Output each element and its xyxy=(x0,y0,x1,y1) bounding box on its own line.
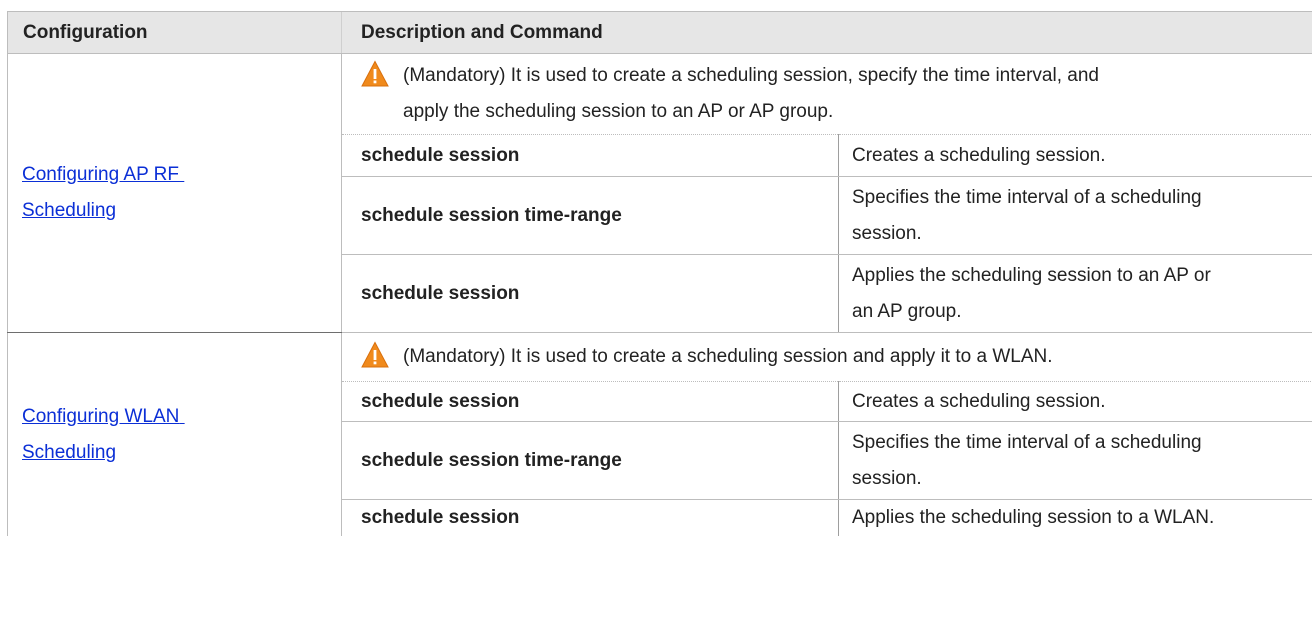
description-cell: Creates a scheduling session. xyxy=(838,381,1312,422)
mandatory-note-cell: (Mandatory) It is used to create a sched… xyxy=(341,53,1312,135)
section-note-row: Configuring AP RF Scheduling (Mandatory)… xyxy=(7,53,1312,333)
mandatory-note-text: (Mandatory) It is used to create a sched… xyxy=(403,346,1053,367)
description-cell: Applies the scheduling session to an AP … xyxy=(838,254,1312,333)
note-line: (Mandatory) It is used to create a sched… xyxy=(403,65,1099,86)
command-cell: schedule session time-range xyxy=(341,421,839,500)
description-cell: Applies the scheduling session to a WLAN… xyxy=(852,507,1215,528)
section-config-cell: Configuring AP RF Scheduling xyxy=(7,53,342,333)
description-cell: Specifies the time interval of a schedul… xyxy=(838,176,1312,255)
command-cell: schedule session xyxy=(341,381,839,422)
configuring-ap-rf-scheduling-link[interactable]: Configuring AP RF Scheduling xyxy=(22,164,184,221)
warning-triangle-icon xyxy=(361,341,389,368)
description-cell: Creates a scheduling session. xyxy=(838,134,1312,177)
section-note-row: Configuring WLAN Scheduling (Mandatory) … xyxy=(7,332,1312,536)
section-config-cell: Configuring WLAN Scheduling xyxy=(7,332,342,536)
command-cell: schedule session xyxy=(341,254,839,333)
mandatory-note: (Mandatory) It is used to create a sched… xyxy=(342,58,1312,130)
mandatory-note: (Mandatory) It is used to create a sched… xyxy=(342,339,1312,375)
configuration-table: Configuration Description and Command Co… xyxy=(7,11,1312,536)
warning-triangle-icon xyxy=(361,60,389,87)
command-cell: schedule session xyxy=(341,134,839,177)
header-description-and-command: Description and Command xyxy=(341,11,1312,54)
command-cell: schedule session time-range xyxy=(341,176,839,255)
header-configuration: Configuration xyxy=(7,11,342,54)
description-cell: Specifies the time interval of a schedul… xyxy=(838,421,1312,500)
table-header-row: Configuration Description and Command xyxy=(7,11,1312,54)
mandatory-note-cell: (Mandatory) It is used to create a sched… xyxy=(341,332,1312,382)
command-cell: schedule session xyxy=(341,499,839,536)
note-line: apply the scheduling session to an AP or… xyxy=(403,101,834,122)
mandatory-note-text: (Mandatory) It is used to create a sched… xyxy=(403,58,1099,130)
configuring-wlan-scheduling-link[interactable]: Configuring WLAN Scheduling xyxy=(22,406,185,463)
